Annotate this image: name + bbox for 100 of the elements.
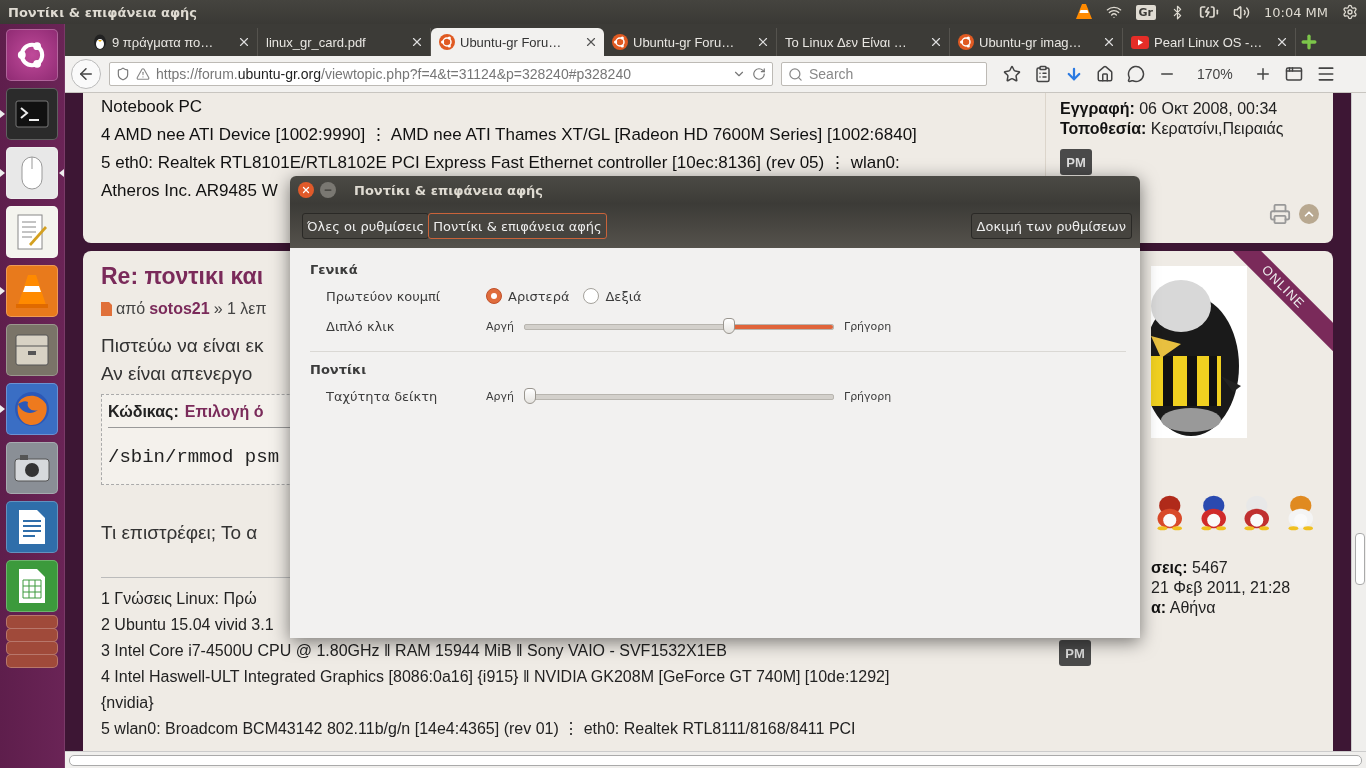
wifi-icon[interactable] — [1105, 4, 1122, 20]
close-icon[interactable] — [929, 35, 943, 49]
close-button[interactable] — [298, 182, 314, 198]
settings-icon[interactable] — [1342, 4, 1358, 20]
plus-icon — [1299, 32, 1319, 52]
post-text: Τι επιστρέφει; Το α — [101, 521, 258, 545]
signature-line: 4 Intel Haswell-ULT Integrated Graphics [8086:0a16] {i915} ‖ NVIDIA GK208M [GeForce GT 740M] [10de:1292] — [101, 667, 890, 687]
post-text: Notebook PC — [101, 96, 203, 118]
vertical-scrollbar[interactable] — [1351, 93, 1366, 751]
profile-text: 21 Φεβ 2011, 21:28 — [1151, 578, 1292, 598]
back-to-top-button[interactable] — [1299, 204, 1319, 224]
tab-title: Ubuntu-gr imag… — [979, 34, 1083, 50]
ubuntu-logo-icon — [958, 34, 974, 50]
window-icon[interactable] — [1284, 65, 1303, 83]
search-icon — [788, 66, 803, 82]
horizontal-scrollbar[interactable] — [65, 751, 1366, 768]
slider-thumb[interactable] — [524, 388, 537, 404]
clock[interactable]: 10:04 ΜΜ — [1263, 4, 1328, 20]
close-icon[interactable] — [756, 35, 770, 49]
radio-label: Αριστερά — [508, 288, 570, 304]
radio-label: Δεξιά — [605, 288, 642, 304]
back-button[interactable] — [71, 59, 101, 89]
reload-icon[interactable] — [752, 67, 766, 81]
launcher-item[interactable] — [6, 501, 58, 553]
slider-min-label: Αργή — [486, 319, 514, 333]
close-icon[interactable] — [410, 35, 424, 49]
breadcrumb-button[interactable]: Όλες οι ρυθμίσεις — [302, 213, 430, 239]
profile-text: Εγγραφή: 06 Οκτ 2008, 00:34 — [1060, 99, 1279, 119]
address-bar[interactable]: https://forum.ubuntu-gr.org/viewtopic.php?f=4&t=31124&p=328240#p328240 — [109, 62, 773, 86]
profile-text: σεις: 5467 — [1151, 558, 1229, 578]
play-icon — [1131, 35, 1149, 49]
scroll-thumb[interactable] — [1355, 533, 1365, 585]
section-heading: Γενικά — [310, 262, 359, 277]
launcher-item[interactable] — [6, 442, 58, 494]
document-icon — [101, 302, 112, 316]
close-icon[interactable] — [584, 35, 598, 49]
home-icon[interactable] — [1096, 65, 1114, 83]
slider-min-label: Αργή — [486, 389, 514, 403]
post-text: 4 AMD nee ATI Device [1002:9990] ⋮ AMD nee ATI Thames XT/GL [Radeon HD 7600M Series] [1002:6840] — [101, 124, 917, 146]
radio-button[interactable] — [486, 288, 502, 304]
search-placeholder: Search — [809, 66, 854, 82]
pm-button[interactable]: PM — [1060, 149, 1092, 175]
keyboard-layout-indicator[interactable]: Gr — [1135, 4, 1156, 20]
scroll-thumb[interactable] — [69, 754, 1362, 766]
browser-tab[interactable]: Ubuntu-gr Foru… — [431, 28, 604, 56]
breadcrumb-button[interactable]: Ποντίκι & επιφάνεια αφής — [428, 213, 607, 239]
close-icon[interactable] — [1102, 35, 1116, 49]
traffic-cone-icon[interactable] — [1075, 3, 1092, 21]
ubuntu-logo-icon — [612, 34, 628, 50]
profile-text: Τοποθεσία: Κερατσίνι,Πειραιάς — [1060, 119, 1285, 139]
close-icon[interactable] — [237, 35, 251, 49]
penguin-icon — [93, 34, 107, 50]
test-settings-button[interactable]: Δοκιμή των ρυθμίσεων — [970, 213, 1132, 239]
chat-icon[interactable] — [1127, 65, 1145, 83]
post-time: » 1 λεπ — [213, 300, 267, 318]
dialog-title: Ποντίκι & επιφάνεια αφής — [354, 182, 544, 198]
post-text: 5 eth0: Realtek RTL8101E/RTL8102E PCI Express Fast Ethernet controller [10ec:8136] (rev 05) ⋮ wlan0: — [101, 152, 900, 174]
search-field[interactable]: Search — [781, 62, 987, 86]
radio-option[interactable]: Δεξιά — [583, 288, 642, 304]
launcher-item[interactable] — [6, 29, 58, 81]
text-editor-icon — [17, 214, 47, 250]
tab-title: 9 πράγματα πο… — [112, 34, 215, 50]
slider-thumb[interactable] — [722, 318, 735, 334]
setting-label: Πρωτεύον κουμπί — [325, 288, 442, 304]
bookmark-star-icon[interactable] — [1003, 65, 1021, 83]
file-cabinet-icon — [15, 334, 49, 366]
radio-button[interactable] — [583, 288, 600, 304]
terminal-icon — [15, 100, 49, 128]
url-text: https://forum.ubuntu-gr.org/viewtopic.php?f=4&t=31124&p=328240#p328240 — [156, 66, 632, 82]
launcher-item[interactable] — [6, 324, 58, 376]
signature-line: {nvidia} — [101, 693, 154, 713]
signature-line: 5 wlan0: Broadcom BCM43142 802.11b/g/n [14e4:4365] (rev 01) ⋮ eth0: Realtek RTL8111/8168/8411 PCI — [101, 719, 856, 739]
pm-button[interactable]: PM — [1059, 640, 1091, 666]
download-icon[interactable] — [1065, 65, 1083, 83]
radio-option[interactable]: Αριστερά — [486, 288, 570, 304]
close-icon — [301, 185, 311, 195]
byline-text: από — [116, 300, 146, 318]
document-icon — [18, 509, 46, 545]
shield-icon[interactable] — [116, 67, 130, 81]
post-text: Πιστεύω να είναι εκ — [101, 334, 264, 358]
author-link[interactable]: sotos21 — [149, 300, 210, 318]
post-text: Atheros Inc. AR9485 W — [101, 180, 278, 202]
clipboard-list-icon[interactable] — [1034, 65, 1052, 83]
minimize-button[interactable] — [320, 182, 336, 198]
signature-line: 2 Ubuntu 15.04 vivid 3.1 — [101, 615, 274, 635]
ubuntu-logo-icon — [439, 34, 455, 50]
select-all-link[interactable]: Επιλογή ό — [184, 403, 264, 421]
printer-icon[interactable] — [1269, 203, 1291, 225]
volume-icon[interactable] — [1232, 3, 1250, 21]
camera-icon — [14, 454, 50, 482]
profile-text: α: Αθήνα — [1151, 598, 1217, 618]
tab-title: Pearl Linux OS -… — [1154, 34, 1264, 50]
window-title: Ποντίκι & επιφάνεια αφής — [8, 4, 199, 20]
signature-line: 1 Γνώσεις Linux: Πρώ — [101, 589, 257, 609]
zoom-level[interactable]: 170% — [1189, 66, 1241, 82]
tab-title: Ubuntu-gr Foru… — [460, 34, 563, 50]
setting-label: Ταχύτητα δείκτη — [325, 388, 439, 404]
close-icon[interactable] — [1275, 35, 1289, 49]
code-label: Κώδικας: — [108, 403, 179, 421]
warning-icon[interactable] — [136, 67, 150, 81]
